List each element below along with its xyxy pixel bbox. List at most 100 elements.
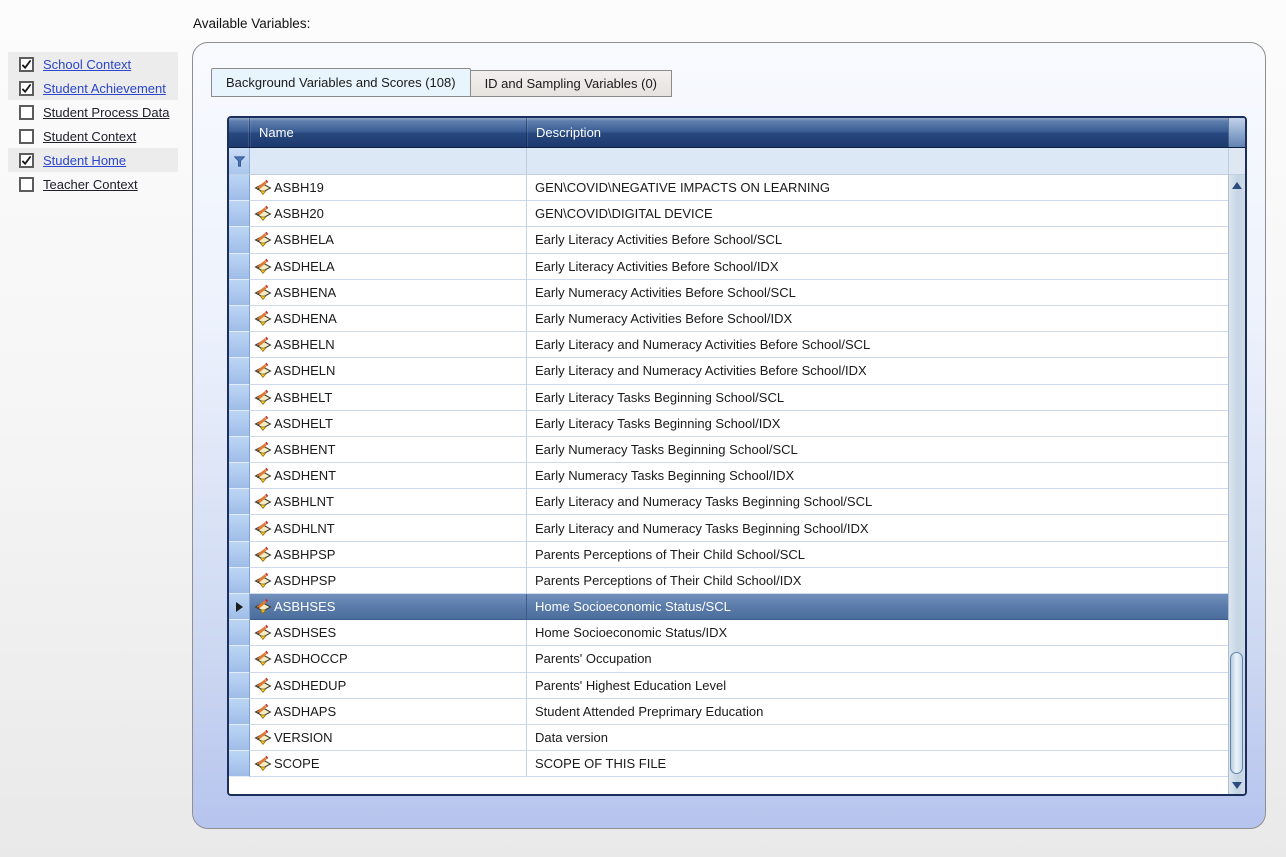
- table-row[interactable]: ASBHELNEarly Literacy and Numeracy Activ…: [229, 332, 1228, 358]
- variable-description-cell[interactable]: Parents' Highest Education Level: [527, 673, 1228, 699]
- filter-input-description[interactable]: [527, 148, 1228, 174]
- variable-name-cell[interactable]: VERSION: [250, 725, 527, 751]
- table-row[interactable]: ASBHLNTEarly Literacy and Numeracy Tasks…: [229, 489, 1228, 515]
- variable-name-cell[interactable]: ASDHENT: [250, 463, 527, 489]
- table-row[interactable]: ASDHENTEarly Numeracy Tasks Beginning Sc…: [229, 463, 1228, 489]
- table-row[interactable]: SCOPESCOPE OF THIS FILE: [229, 751, 1228, 777]
- table-row[interactable]: ASDHSESHome Socioeconomic Status/IDX: [229, 620, 1228, 646]
- variable-name-cell[interactable]: ASBHPSP: [250, 542, 527, 568]
- variable-description-cell[interactable]: Early Literacy and Numeracy Tasks Beginn…: [527, 515, 1228, 541]
- category-link[interactable]: Student Home: [43, 153, 126, 168]
- variable-description-cell[interactable]: GEN\COVID\DIGITAL DEVICE: [527, 201, 1228, 227]
- variable-name-cell[interactable]: ASBHLNT: [250, 489, 527, 515]
- variable-name-cell[interactable]: ASBHELT: [250, 385, 527, 411]
- table-row[interactable]: ASDHEDUPParents' Highest Education Level: [229, 673, 1228, 699]
- vertical-scrollbar[interactable]: [1228, 175, 1245, 794]
- variable-name-cell[interactable]: ASDHLNT: [250, 515, 527, 541]
- variable-description-cell[interactable]: Early Literacy and Numeracy Activities B…: [527, 358, 1228, 384]
- table-row[interactable]: ASDHENAEarly Numeracy Activities Before …: [229, 306, 1228, 332]
- variable-description-cell[interactable]: Early Literacy Tasks Beginning School/ID…: [527, 411, 1228, 437]
- variable-name-cell[interactable]: ASBHENT: [250, 437, 527, 463]
- category-checkbox[interactable]: [19, 105, 34, 120]
- variable-name-cell[interactable]: ASDHELN: [250, 358, 527, 384]
- sidebar-item-student-context[interactable]: Student Context: [8, 124, 178, 148]
- column-header-description[interactable]: Description: [527, 118, 1228, 147]
- table-row[interactable]: ASBHELAEarly Literacy Activities Before …: [229, 227, 1228, 253]
- variable-description-cell[interactable]: Early Numeracy Tasks Beginning School/SC…: [527, 437, 1228, 463]
- variable-description-cell[interactable]: Parents Perceptions of Their Child Schoo…: [527, 542, 1228, 568]
- column-header-name[interactable]: Name: [250, 118, 527, 147]
- sidebar-item-student-achievement[interactable]: Student Achievement: [8, 76, 178, 100]
- variable-description-cell[interactable]: Parents Perceptions of Their Child Schoo…: [527, 568, 1228, 594]
- filter-input-name[interactable]: [250, 148, 527, 174]
- variable-description-cell[interactable]: Early Literacy and Numeracy Activities B…: [527, 332, 1228, 358]
- table-row[interactable]: ASBHENAEarly Numeracy Activities Before …: [229, 280, 1228, 306]
- table-row[interactable]: ASDHAPSStudent Attended Preprimary Educa…: [229, 699, 1228, 725]
- category-checkbox[interactable]: [19, 81, 34, 96]
- variable-description-cell[interactable]: Early Literacy Activities Before School/…: [527, 254, 1228, 280]
- variable-description-cell[interactable]: Home Socioeconomic Status/IDX: [527, 620, 1228, 646]
- variable-name-cell[interactable]: ASDHSES: [250, 620, 527, 646]
- variable-name-cell[interactable]: ASDHAPS: [250, 699, 527, 725]
- category-checkbox[interactable]: [19, 177, 34, 192]
- variable-name-cell[interactable]: ASDHOCCP: [250, 646, 527, 672]
- variable-name-cell[interactable]: ASBH19: [250, 175, 527, 201]
- variable-description-cell[interactable]: Early Literacy Tasks Beginning School/SC…: [527, 385, 1228, 411]
- sidebar-item-teacher-context[interactable]: Teacher Context: [8, 172, 178, 196]
- variable-description-cell[interactable]: Parents' Occupation: [527, 646, 1228, 672]
- variable-description-cell[interactable]: Early Numeracy Activities Before School/…: [527, 306, 1228, 332]
- category-link[interactable]: Student Process Data: [43, 105, 169, 120]
- variable-name-cell[interactable]: ASBHSES: [250, 594, 527, 620]
- table-row[interactable]: ASDHLNTEarly Literacy and Numeracy Tasks…: [229, 515, 1228, 541]
- variable-description-cell[interactable]: SCOPE OF THIS FILE: [527, 751, 1228, 777]
- table-row[interactable]: ASBHELTEarly Literacy Tasks Beginning Sc…: [229, 385, 1228, 411]
- variable-description-cell[interactable]: Early Numeracy Tasks Beginning School/ID…: [527, 463, 1228, 489]
- table-row[interactable]: ASDHOCCPParents' Occupation: [229, 646, 1228, 672]
- table-row[interactable]: VERSIONData version: [229, 725, 1228, 751]
- variable-name-cell[interactable]: ASDHELA: [250, 254, 527, 280]
- variable-description-cell[interactable]: Data version: [527, 725, 1228, 751]
- scroll-up-icon[interactable]: [1232, 182, 1242, 189]
- category-checkbox[interactable]: [19, 129, 34, 144]
- category-link[interactable]: Student Achievement: [43, 81, 166, 96]
- table-row[interactable]: ASBH19GEN\COVID\NEGATIVE IMPACTS ON LEAR…: [229, 175, 1228, 201]
- variable-name-cell[interactable]: ASBH20: [250, 201, 527, 227]
- variable-name-cell[interactable]: ASDHELT: [250, 411, 527, 437]
- sidebar-item-student-process-data[interactable]: Student Process Data: [8, 100, 178, 124]
- variable-name-cell[interactable]: ASDHPSP: [250, 568, 527, 594]
- variable-description-cell[interactable]: Home Socioeconomic Status/SCL: [527, 594, 1228, 620]
- filter-button[interactable]: [229, 148, 250, 174]
- category-link[interactable]: Student Context: [43, 129, 136, 144]
- tab-background-variables-and-scores[interactable]: Background Variables and Scores (108): [211, 68, 471, 97]
- table-row[interactable]: ASDHELTEarly Literacy Tasks Beginning Sc…: [229, 411, 1228, 437]
- table-row[interactable]: ASBHENTEarly Numeracy Tasks Beginning Sc…: [229, 437, 1228, 463]
- table-row[interactable]: ASBH20GEN\COVID\DIGITAL DEVICE: [229, 201, 1228, 227]
- variable-name-cell[interactable]: ASBHENA: [250, 280, 527, 306]
- category-checkbox[interactable]: [19, 57, 34, 72]
- variable-description-cell[interactable]: Early Literacy and Numeracy Tasks Beginn…: [527, 489, 1228, 515]
- variable-name: ASDHELN: [274, 363, 335, 378]
- table-row[interactable]: ASBHPSPParents Perceptions of Their Chil…: [229, 542, 1228, 568]
- scroll-thumb[interactable]: [1230, 652, 1243, 774]
- table-row[interactable]: ASDHELAEarly Literacy Activities Before …: [229, 254, 1228, 280]
- category-link[interactable]: Teacher Context: [43, 177, 138, 192]
- category-checkbox[interactable]: [19, 153, 34, 168]
- sidebar-item-student-home[interactable]: Student Home: [8, 148, 178, 172]
- sidebar-item-school-context[interactable]: School Context: [8, 52, 178, 76]
- table-row[interactable]: ASDHELN Early Literacy and Numeracy Activ…: [229, 358, 1228, 384]
- variable-description-cell[interactable]: Early Literacy Activities Before School/…: [527, 227, 1228, 253]
- variable-name-cell[interactable]: ASDHENA: [250, 306, 527, 332]
- variable-name-cell[interactable]: ASBHELN: [250, 332, 527, 358]
- variable-name-cell[interactable]: ASDHEDUP: [250, 673, 527, 699]
- tab-id-and-sampling-variables[interactable]: ID and Sampling Variables (0): [470, 70, 672, 97]
- table-row[interactable]: ASDHPSPParents Perceptions of Their Chil…: [229, 568, 1228, 594]
- table-row[interactable]: ASBHSESHome Socioeconomic Status/SCL: [229, 594, 1228, 620]
- row-indicator-cell: [229, 699, 250, 725]
- variable-description-cell[interactable]: Student Attended Preprimary Education: [527, 699, 1228, 725]
- variable-description-cell[interactable]: GEN\COVID\NEGATIVE IMPACTS ON LEARNING: [527, 175, 1228, 201]
- variable-name-cell[interactable]: SCOPE: [250, 751, 527, 777]
- scroll-down-icon[interactable]: [1232, 782, 1242, 789]
- category-link[interactable]: School Context: [43, 57, 131, 72]
- variable-description-cell[interactable]: Early Numeracy Activities Before School/…: [527, 280, 1228, 306]
- variable-name-cell[interactable]: ASBHELA: [250, 227, 527, 253]
